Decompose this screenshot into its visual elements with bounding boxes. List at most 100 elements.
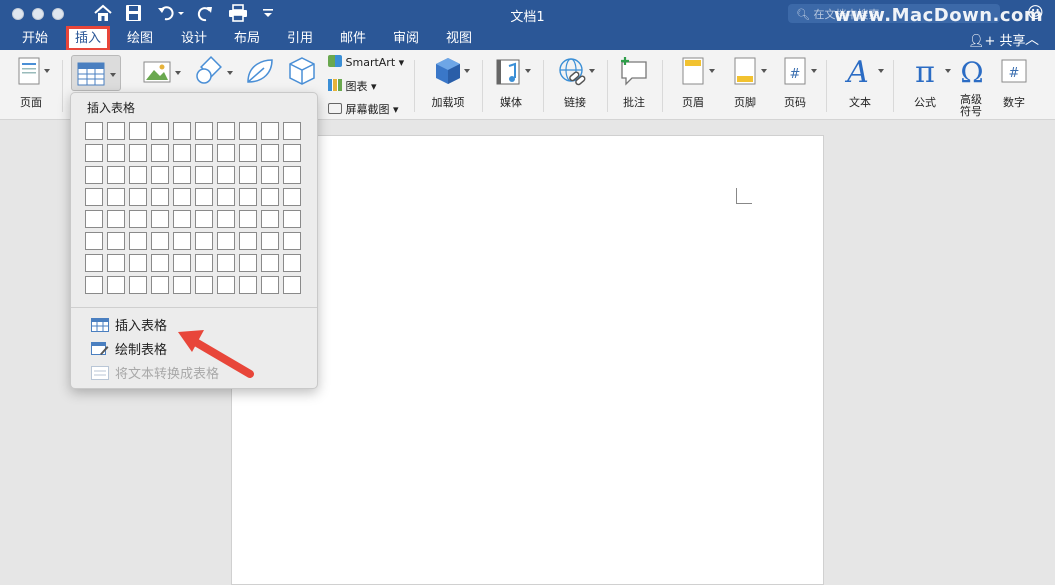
table-grid-cell[interactable] [239, 232, 257, 250]
table-grid-cell[interactable] [151, 232, 169, 250]
tab-home[interactable]: 开始 [22, 29, 48, 48]
table-grid-cell[interactable] [173, 232, 191, 250]
table-grid-cell[interactable] [85, 144, 103, 162]
table-grid-cell[interactable] [217, 276, 235, 294]
table-button[interactable] [71, 55, 121, 91]
addins-button[interactable]: 加载项 [424, 54, 472, 110]
comment-button[interactable]: 批注 [614, 54, 654, 110]
table-grid-cell[interactable] [129, 122, 147, 140]
advanced-symbol-button[interactable]: Ω 高级 符号 [952, 54, 990, 118]
table-grid-cell[interactable] [151, 144, 169, 162]
table-grid-cell[interactable] [283, 254, 301, 272]
screenshot-button[interactable]: 屏幕截图 ▾ [328, 101, 399, 117]
table-grid-cell[interactable] [195, 166, 213, 184]
table-grid-cell[interactable] [107, 276, 125, 294]
icons-button[interactable] [240, 54, 276, 88]
table-grid-cell[interactable] [151, 276, 169, 294]
table-grid-cell[interactable] [261, 144, 279, 162]
table-grid-cell[interactable] [195, 210, 213, 228]
table-grid-cell[interactable] [85, 232, 103, 250]
table-grid-cell[interactable] [195, 188, 213, 206]
table-grid-cell[interactable] [151, 188, 169, 206]
table-grid-cell[interactable] [239, 188, 257, 206]
tab-review[interactable]: 审阅 [393, 29, 419, 48]
table-grid-cell[interactable] [217, 210, 235, 228]
table-grid-cell[interactable] [217, 232, 235, 250]
table-grid-cell[interactable] [239, 144, 257, 162]
table-grid-cell[interactable] [239, 210, 257, 228]
smartart-button[interactable]: SmartArt ▾ [328, 55, 404, 69]
number-button[interactable]: # 数字 [994, 54, 1034, 110]
table-grid-cell[interactable] [261, 232, 279, 250]
table-grid-cell[interactable] [129, 232, 147, 250]
table-grid-cell[interactable] [173, 122, 191, 140]
table-grid-cell[interactable] [85, 122, 103, 140]
table-grid-cell[interactable] [239, 276, 257, 294]
table-grid-cell[interactable] [239, 166, 257, 184]
insert-table-menu-item[interactable]: 插入表格 [91, 315, 167, 334]
tab-design[interactable]: 设计 [181, 29, 207, 48]
table-grid-cell[interactable] [129, 188, 147, 206]
pictures-button[interactable] [138, 54, 182, 88]
table-grid-cell[interactable] [151, 210, 169, 228]
table-grid-cell[interactable] [85, 166, 103, 184]
table-grid-cell[interactable] [217, 188, 235, 206]
feedback-smiley-icon[interactable]: ☺ [1027, 3, 1044, 22]
table-grid-cell[interactable] [173, 166, 191, 184]
tab-insert[interactable]: 插入 [69, 29, 108, 48]
table-grid-cell[interactable] [107, 166, 125, 184]
table-grid-cell[interactable] [107, 232, 125, 250]
page-number-button[interactable]: # 页码 [772, 54, 818, 110]
table-grid-cell[interactable] [217, 254, 235, 272]
table-grid-cell[interactable] [195, 254, 213, 272]
tab-mailings[interactable]: 邮件 [340, 29, 366, 48]
draw-table-menu-item[interactable]: 绘制表格 [91, 339, 167, 358]
chart-button[interactable]: 图表 ▾ [328, 78, 377, 94]
table-grid-cell[interactable] [283, 122, 301, 140]
table-grid-cell[interactable] [151, 122, 169, 140]
table-grid-cell[interactable] [195, 122, 213, 140]
table-grid-cell[interactable] [107, 254, 125, 272]
equation-button[interactable]: π 公式 [900, 54, 951, 110]
collapse-ribbon-icon[interactable]: ︿ [1025, 29, 1039, 49]
table-grid-cell[interactable] [173, 276, 191, 294]
3d-models-button[interactable] [282, 54, 318, 88]
table-grid-cell[interactable] [239, 122, 257, 140]
table-grid-cell[interactable] [107, 144, 125, 162]
table-grid-cell[interactable] [129, 166, 147, 184]
table-grid-cell[interactable] [85, 276, 103, 294]
table-grid-cell[interactable] [195, 232, 213, 250]
text-button[interactable]: A 文本 [836, 54, 884, 110]
table-grid-cell[interactable] [107, 122, 125, 140]
table-grid-cell[interactable] [173, 254, 191, 272]
table-grid-cell[interactable] [195, 144, 213, 162]
pages-button[interactable]: 页面 [10, 54, 52, 110]
table-grid-cell[interactable] [129, 210, 147, 228]
table-grid-cell[interactable] [261, 254, 279, 272]
header-button[interactable]: 页眉 [670, 54, 716, 110]
share-button[interactable]: 👤︎+ 共享 [968, 30, 1026, 49]
table-grid-cell[interactable] [85, 188, 103, 206]
table-grid-cell[interactable] [283, 144, 301, 162]
table-grid-cell[interactable] [129, 144, 147, 162]
tab-layout[interactable]: 布局 [234, 29, 260, 48]
link-button[interactable]: 链接 [553, 54, 597, 110]
media-button[interactable]: 媒体 [489, 54, 533, 110]
table-grid-cell[interactable] [261, 122, 279, 140]
table-grid-cell[interactable] [173, 144, 191, 162]
tab-draw[interactable]: 绘图 [127, 29, 153, 48]
table-grid-cell[interactable] [283, 188, 301, 206]
footer-button[interactable]: 页脚 [722, 54, 768, 110]
table-grid-cell[interactable] [217, 144, 235, 162]
table-grid-cell[interactable] [217, 122, 235, 140]
table-grid-cell[interactable] [173, 210, 191, 228]
table-grid-cell[interactable] [261, 188, 279, 206]
table-grid-cell[interactable] [261, 166, 279, 184]
table-grid-cell[interactable] [129, 254, 147, 272]
table-grid-cell[interactable] [107, 188, 125, 206]
tab-references[interactable]: 引用 [287, 29, 313, 48]
table-grid-cell[interactable] [107, 210, 125, 228]
tab-view[interactable]: 视图 [446, 29, 472, 48]
table-grid-cell[interactable] [195, 276, 213, 294]
shapes-button[interactable] [190, 54, 234, 88]
